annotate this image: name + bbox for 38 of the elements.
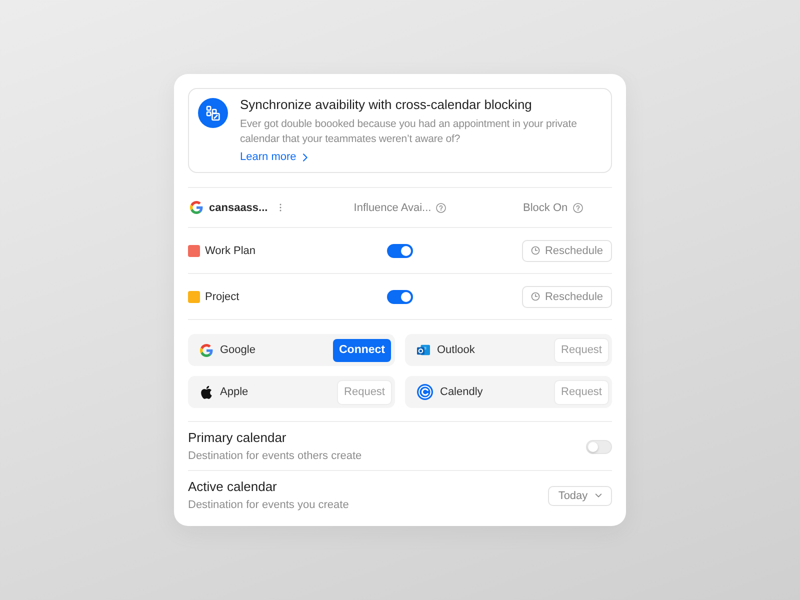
google-logo-icon bbox=[200, 344, 213, 356]
calendar-dropdown[interactable]: Today bbox=[548, 486, 612, 506]
calendar-name: Work Plan bbox=[205, 244, 256, 256]
google-logo-icon bbox=[190, 201, 203, 214]
clock-icon bbox=[530, 292, 540, 301]
column-header: Block On bbox=[523, 202, 568, 214]
chevron-down-icon bbox=[594, 493, 602, 498]
integration-name: Apple bbox=[220, 386, 248, 398]
toggle-switch[interactable] bbox=[387, 244, 413, 258]
reschedule-button[interactable]: Reschedule bbox=[522, 240, 612, 262]
reschedule-button[interactable]: Reschedule bbox=[522, 286, 612, 308]
help-icon[interactable] bbox=[572, 202, 583, 212]
chevron-right-icon bbox=[302, 152, 308, 162]
more-options-icon[interactable] bbox=[278, 203, 282, 212]
setting-description: Destination for events others create bbox=[188, 449, 362, 463]
banner-description: Ever got double boooked because you had an appointment in your private calendar that your teammates weren’t aware of? bbox=[240, 117, 578, 147]
column-header: Influence Avai... bbox=[354, 202, 432, 214]
banner-title: Synchronize avaibility with cross-calendar blocking bbox=[240, 97, 532, 113]
apple-logo-icon bbox=[200, 386, 213, 398]
setting-description: Destination for events you create bbox=[188, 498, 349, 512]
account-name: cansaass... bbox=[209, 202, 268, 214]
integration-name: Google bbox=[220, 344, 256, 356]
setting-title: Primary calendar bbox=[188, 430, 288, 446]
request-button[interactable]: Request bbox=[555, 380, 608, 404]
integration-name: Calendly bbox=[440, 386, 483, 398]
clock-icon bbox=[530, 246, 540, 255]
help-icon[interactable] bbox=[436, 202, 446, 212]
blocks-icon bbox=[198, 98, 228, 128]
calendar-name: Project bbox=[205, 290, 240, 302]
outlook-logo-icon bbox=[417, 344, 430, 356]
toggle-switch[interactable] bbox=[387, 290, 413, 304]
learn-more-link[interactable]: Learn more bbox=[240, 150, 308, 164]
calendly-logo-icon bbox=[417, 384, 433, 400]
setting-title: Active calendar bbox=[188, 479, 278, 495]
connect-button[interactable]: Connect bbox=[333, 338, 391, 362]
request-button[interactable]: Request bbox=[555, 338, 608, 362]
request-button[interactable]: Request bbox=[338, 380, 391, 404]
integration-name: Outlook bbox=[437, 344, 475, 356]
